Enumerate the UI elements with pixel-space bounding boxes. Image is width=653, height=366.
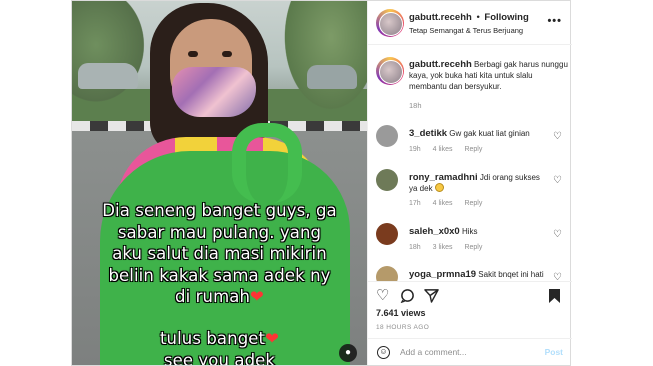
comment-body: Gw gak kuat liat ginian [449, 129, 530, 138]
add-comment-bar: ☺ Post [368, 338, 572, 365]
comment-body: Sakit bnqet ini hati [478, 270, 544, 279]
comment-avatar[interactable] [376, 266, 398, 281]
reply-button[interactable]: Reply [464, 146, 482, 153]
video-caption-text: di rumah [175, 287, 251, 306]
video-caption-line: aku salut dia masi mikirin [112, 244, 327, 263]
comment-avatar[interactable] [376, 125, 398, 147]
comment-avatar[interactable] [376, 223, 398, 245]
comment-input[interactable] [400, 345, 530, 359]
following-button[interactable]: Following [484, 12, 528, 23]
post-actions: ♡ [368, 281, 572, 311]
comment-avatar[interactable] [376, 169, 398, 191]
video-caption-line: Dia seneng banget guys, ga [102, 201, 337, 220]
video-caption-text: tulus banget [159, 329, 266, 348]
comment-time: 17h [409, 200, 421, 207]
comment-likes[interactable]: 4 likes [433, 200, 453, 207]
heart-icon[interactable]: ♡ [553, 229, 562, 240]
heart-emoji: ❤ [250, 287, 264, 306]
comment-username[interactable]: rony_ramadhni [409, 172, 478, 183]
separator-dot: • [476, 12, 480, 23]
sound-toggle-icon[interactable]: ● [339, 344, 357, 362]
video-tree-left [72, 1, 152, 111]
comment-item: yoga_prmna19 Sakit bnqet ini hati ♡ [376, 266, 566, 281]
comment-time: 19h [409, 146, 421, 153]
post-comment-button[interactable]: Post [545, 347, 563, 357]
comment-text: yoga_prmna19 Sakit bnqet ini hati [409, 269, 547, 280]
video-child-eye [188, 51, 198, 57]
comment-meta: 18h 3 likes Reply [409, 244, 492, 251]
save-bookmark-icon[interactable] [548, 288, 561, 308]
header-username[interactable]: gabutt.recehh [409, 12, 472, 23]
post-timestamp: 18 HOURS AGO [376, 324, 430, 331]
comment-username[interactable]: saleh_x0x0 [409, 226, 460, 237]
video-caption-line: sabar mau pulang. yang [117, 222, 322, 242]
heart-icon[interactable]: ♡ [553, 131, 562, 142]
location-link[interactable]: Tetap Semangat & Terus Berjuang [409, 26, 523, 35]
video-caption-line: di rumah❤ [72, 286, 367, 308]
post-side-panel: gabutt.recehh • Following Tetap Semangat… [367, 1, 572, 365]
comment-item: rony_ramadhni Jdi orang sukses ya dek 17… [376, 169, 566, 209]
post-video[interactable]: Dia seneng banget guys, ga sabar mau pul… [72, 1, 367, 365]
emoji-picker-icon[interactable]: ☺ [377, 346, 390, 359]
video-child-mask [172, 67, 256, 117]
video-bag-handle [232, 123, 302, 203]
caption-text: gabutt.recehh Berbagi gak harus nunggu k… [409, 59, 569, 92]
caption-username[interactable]: gabutt.recehh [409, 59, 472, 70]
comment-username[interactable]: yoga_prmna19 [409, 269, 476, 280]
header-user-line: gabutt.recehh • Following [409, 12, 529, 23]
video-caption: Dia seneng banget guys, ga sabar mau pul… [72, 200, 367, 308]
comment-text: saleh_x0x0 Hiks [409, 226, 547, 237]
video-caption-line: see you adek [163, 350, 276, 366]
video-caption-line: beliin kakak sama adek ny [108, 265, 331, 285]
comment-item: saleh_x0x0 Hiks 18h 3 likes Reply ♡ [376, 223, 566, 263]
heart-icon[interactable]: ♡ [553, 272, 562, 281]
comment-text: 3_detikk Gw gak kuat liat ginian [409, 128, 547, 139]
reply-button[interactable]: Reply [464, 244, 482, 251]
heart-icon[interactable]: ♡ [553, 175, 562, 186]
caption-time: 18h [409, 101, 422, 110]
views-count[interactable]: 7.641 views [376, 308, 426, 318]
video-car [78, 63, 138, 89]
more-options-icon[interactable]: ••• [547, 15, 562, 27]
video-tree-right [277, 1, 367, 121]
comment-likes[interactable]: 4 likes [433, 146, 453, 153]
comment-meta: 17h 4 likes Reply [409, 200, 492, 207]
smiley-emoji-icon [434, 183, 444, 192]
comment-meta: 19h 4 likes Reply [409, 146, 492, 153]
instagram-post: Dia seneng banget guys, ga sabar mau pul… [71, 0, 572, 366]
video-child-eye [222, 51, 232, 57]
heart-emoji: ❤ [265, 329, 280, 348]
comment-bubble-icon[interactable] [400, 288, 415, 307]
comment-username[interactable]: 3_detikk [409, 128, 447, 139]
comment-text: rony_ramadhni Jdi orang sukses ya dek [409, 172, 547, 194]
comment-likes[interactable]: 3 likes [433, 244, 453, 251]
avatar[interactable] [376, 57, 404, 85]
comment-time: 18h [409, 244, 421, 251]
reply-button[interactable]: Reply [464, 200, 482, 207]
video-car-2 [307, 65, 357, 89]
post-header: gabutt.recehh • Following Tetap Semangat… [368, 1, 572, 45]
share-send-icon[interactable] [424, 288, 439, 307]
video-caption-2: tulus banget❤ see you adek [72, 328, 367, 365]
comment-body: Hiks [461, 227, 478, 236]
avatar[interactable] [376, 9, 404, 37]
like-heart-icon[interactable]: ♡ [376, 288, 389, 304]
comment-item: 3_detikk Gw gak kuat liat ginian 19h 4 l… [376, 125, 566, 165]
video-caption-line: tulus banget❤ [72, 328, 367, 350]
